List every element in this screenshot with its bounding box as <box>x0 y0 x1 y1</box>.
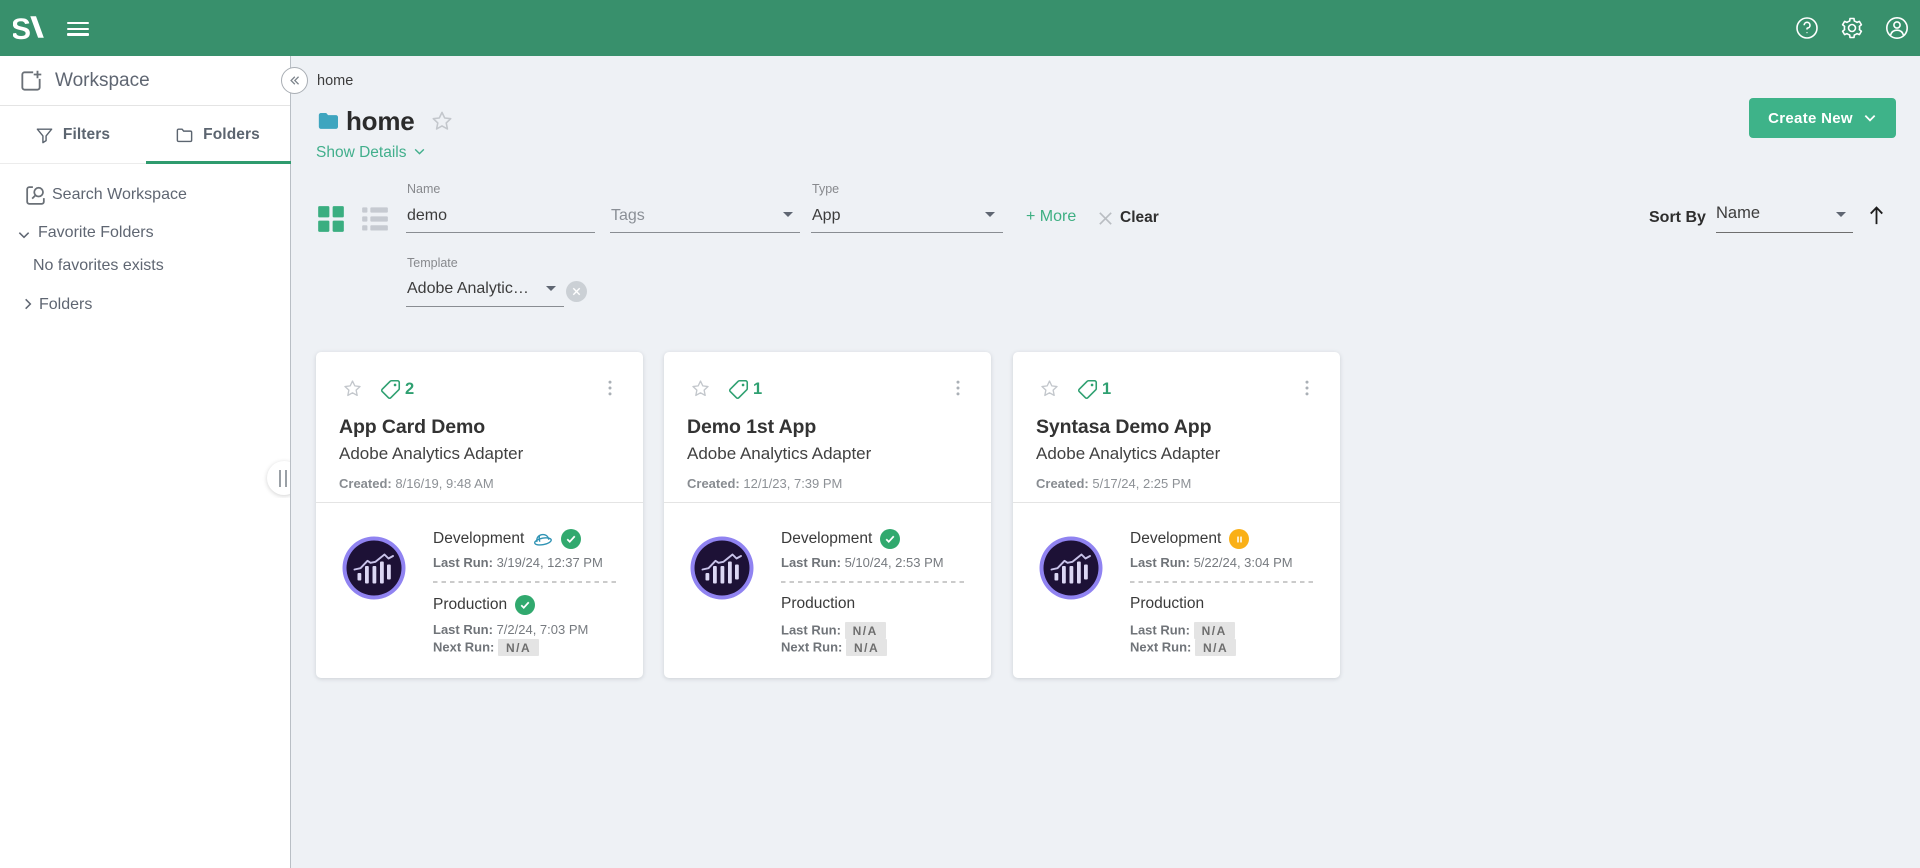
svg-text:S: S <box>13 13 31 43</box>
